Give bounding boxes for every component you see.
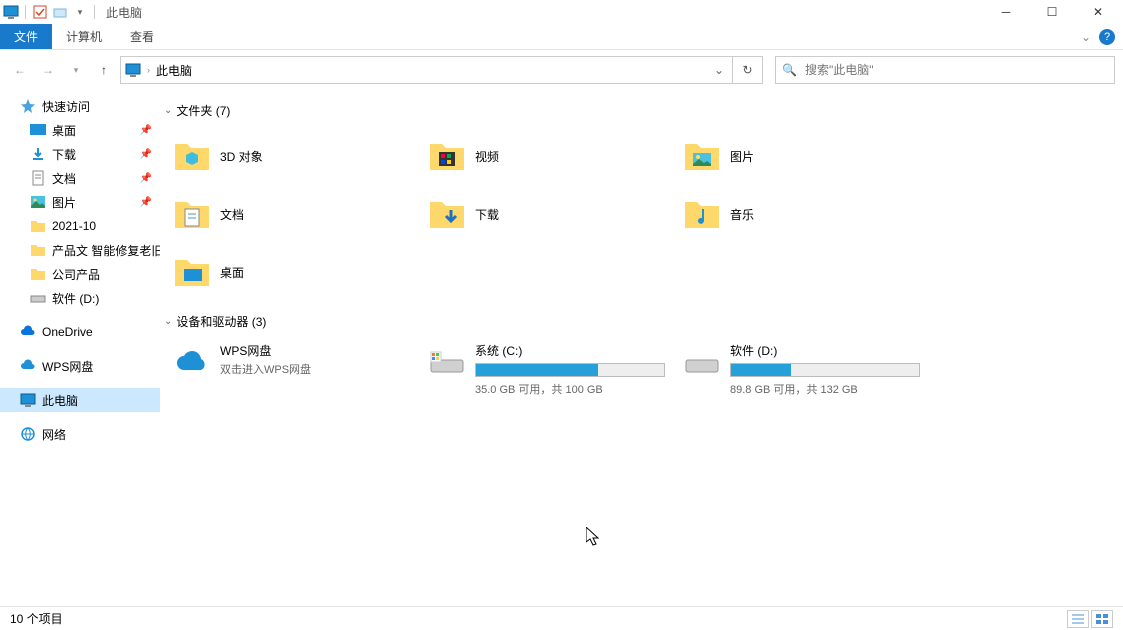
drive-icon (30, 290, 46, 306)
statusbar: 10 个项目 (0, 606, 1123, 630)
pc-icon (125, 62, 141, 78)
minimize-button[interactable]: ─ (983, 0, 1029, 24)
pin-icon: 📌 (140, 173, 152, 184)
group-drives-header[interactable]: ⌄设备和驱动器 (3) (164, 313, 1119, 330)
chevron-down-icon: ⌄ (164, 105, 172, 116)
help-icon[interactable]: ? (1099, 29, 1115, 45)
folder-icon (30, 218, 46, 234)
cloud-icon (172, 342, 212, 382)
address-dropdown-icon[interactable]: ⌄ (710, 63, 728, 77)
sidebar: 快速访问 桌面📌 下载📌 文档📌 图片📌 2021-10 产品文 智能修复老旧 … (0, 90, 160, 610)
folder-icon (427, 194, 467, 234)
close-button[interactable]: ✕ (1075, 0, 1121, 24)
network-icon (20, 426, 36, 442)
cloud-icon (20, 358, 36, 374)
main-pane: ⌄文件夹 (7) 3D 对象 视频 图片 文档 下载 音乐 桌面 ⌄设备和驱动器… (160, 90, 1123, 610)
search-box[interactable]: 🔍 (775, 56, 1115, 84)
cloud-icon (20, 324, 36, 340)
sidebar-folder-1[interactable]: 2021-10 (0, 214, 160, 238)
back-button[interactable]: ← (8, 58, 32, 82)
recent-dropdown[interactable]: ▾ (64, 58, 88, 82)
folder-icon (172, 252, 212, 292)
sidebar-folder-3[interactable]: 公司产品 (0, 262, 160, 286)
sidebar-wps[interactable]: WPS网盘 (0, 354, 160, 378)
qat-dropdown-icon[interactable]: ▾ (71, 3, 89, 21)
up-button[interactable]: ↑ (92, 58, 116, 82)
address-bar[interactable]: › 此电脑 ⌄ (120, 56, 733, 84)
group-folders-header[interactable]: ⌄文件夹 (7) (164, 102, 1119, 119)
folder-icon (427, 136, 467, 176)
sidebar-thispc[interactable]: 此电脑 (0, 388, 160, 412)
folder-icon (172, 136, 212, 176)
star-icon (20, 98, 36, 114)
drive-wps[interactable]: WPS网盘双击进入WPS网盘 (164, 338, 419, 401)
chevron-down-icon: ⌄ (164, 316, 172, 327)
sidebar-downloads[interactable]: 下载📌 (0, 142, 160, 166)
sidebar-quickaccess[interactable]: 快速访问 (0, 94, 160, 118)
titlebar: ▾ 此电脑 ─ ☐ ✕ (0, 0, 1123, 24)
view-details-button[interactable] (1067, 610, 1089, 628)
folder-icon (172, 194, 212, 234)
qat-checkbox-icon[interactable] (31, 3, 49, 21)
qat-folder-icon[interactable] (51, 3, 69, 21)
sidebar-documents[interactable]: 文档📌 (0, 166, 160, 190)
download-icon (30, 146, 46, 162)
search-input[interactable] (805, 63, 1108, 77)
folder-3d-objects[interactable]: 3D 对象 (164, 127, 419, 185)
address-text: 此电脑 (156, 62, 192, 79)
sidebar-pictures[interactable]: 图片📌 (0, 190, 160, 214)
sidebar-network[interactable]: 网络 (0, 422, 160, 446)
desktop-icon (30, 122, 46, 138)
drive-d-bar (730, 363, 920, 377)
sidebar-folder-2[interactable]: 产品文 智能修复老旧 (0, 238, 160, 262)
folder-icon (30, 242, 46, 258)
drive-c[interactable]: 系统 (C:) 35.0 GB 可用，共 100 GB (419, 338, 674, 401)
folder-icon (682, 194, 722, 234)
sidebar-drive-d[interactable]: 软件 (D:) (0, 286, 160, 310)
status-text: 10 个项目 (10, 610, 63, 627)
maximize-button[interactable]: ☐ (1029, 0, 1075, 24)
drive-c-bar (475, 363, 665, 377)
window-title: 此电脑 (106, 4, 142, 21)
drive-icon (427, 342, 467, 382)
pc-icon (20, 392, 36, 408)
pin-icon: 📌 (140, 149, 152, 160)
pin-icon: 📌 (140, 197, 152, 208)
folder-downloads[interactable]: 下载 (419, 185, 674, 243)
navbar: ← → ▾ ↑ › 此电脑 ⌄ ↻ 🔍 (0, 50, 1123, 90)
folder-desktop[interactable]: 桌面 (164, 243, 419, 301)
view-icons-button[interactable] (1091, 610, 1113, 628)
picture-icon (30, 194, 46, 210)
sidebar-desktop[interactable]: 桌面📌 (0, 118, 160, 142)
tab-computer[interactable]: 计算机 (52, 24, 116, 49)
drive-icon (682, 342, 722, 382)
forward-button[interactable]: → (36, 58, 60, 82)
folder-documents[interactable]: 文档 (164, 185, 419, 243)
ribbon: 文件 计算机 查看 ⌄ ? (0, 24, 1123, 50)
ribbon-expand-icon[interactable]: ⌄ (1081, 30, 1091, 44)
cursor-icon (586, 527, 602, 547)
folder-music[interactable]: 音乐 (674, 185, 929, 243)
folder-icon (682, 136, 722, 176)
pin-icon: 📌 (140, 125, 152, 136)
pc-icon (2, 3, 20, 21)
tab-file[interactable]: 文件 (0, 24, 52, 49)
folder-icon (30, 266, 46, 282)
search-icon: 🔍 (782, 63, 797, 77)
refresh-button[interactable]: ↻ (733, 56, 763, 84)
sidebar-onedrive[interactable]: OneDrive (0, 320, 160, 344)
tab-view[interactable]: 查看 (116, 24, 168, 49)
drive-d[interactable]: 软件 (D:) 89.8 GB 可用，共 132 GB (674, 338, 929, 401)
document-icon (30, 170, 46, 186)
folder-videos[interactable]: 视频 (419, 127, 674, 185)
folder-pictures[interactable]: 图片 (674, 127, 929, 185)
